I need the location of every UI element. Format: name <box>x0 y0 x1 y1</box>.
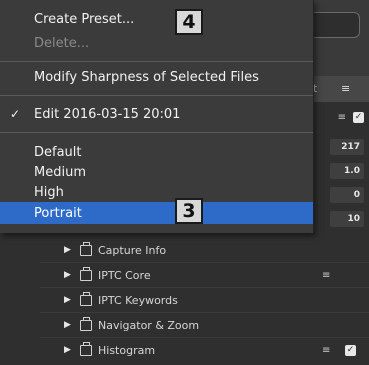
menu-item-default[interactable]: Default <box>0 142 313 162</box>
menu-separator <box>0 132 313 133</box>
radius-value[interactable]: 1.0 <box>330 163 364 179</box>
tool-navigator-zoom[interactable]: ▶ Navigator & Zoom <box>0 313 369 337</box>
menu-item-medium[interactable]: Medium <box>0 162 313 182</box>
menu-separator <box>0 61 313 62</box>
tool-label: IPTC Keywords <box>98 293 178 307</box>
tool-label: Capture Info <box>98 243 167 257</box>
amount-value[interactable]: 217 <box>330 139 364 155</box>
tool-tab-icon <box>80 317 92 331</box>
expand-icon[interactable]: ▶ <box>64 295 71 305</box>
expand-icon[interactable]: ▶ <box>64 320 71 330</box>
sharpness-row-controls: ≡ ✓ <box>320 108 364 126</box>
tool-menu-icon[interactable]: ≡ <box>322 270 330 281</box>
tool-histogram[interactable]: ▶ Histogram ≡ ✓ <box>0 338 369 362</box>
tool-capture-info[interactable]: ▶ Capture Info <box>0 238 369 262</box>
expand-icon[interactable]: ▶ <box>64 345 71 355</box>
checkmark-icon: ✓ <box>10 107 21 121</box>
menu-separator <box>0 95 313 96</box>
menu-item-create-preset[interactable]: Create Preset... <box>0 9 313 29</box>
expand-icon[interactable]: ▶ <box>64 245 71 255</box>
header-menu-icon[interactable]: ≡ <box>341 82 350 95</box>
callout-badge-3: 3 <box>175 198 203 224</box>
menu-item-high[interactable]: High <box>0 182 313 202</box>
threshold-value[interactable]: 0 <box>330 187 364 203</box>
menu-item-label: Edit 2016-03-15 20:01 <box>34 106 181 122</box>
tool-label: Histogram <box>98 343 156 357</box>
halo-value[interactable]: 10 <box>330 211 364 227</box>
tool-tab-icon <box>80 342 92 356</box>
tool-tab-icon <box>80 267 92 281</box>
tool-label: Navigator & Zoom <box>98 318 200 332</box>
sharpness-enable-checkbox[interactable]: ✓ <box>353 111 364 123</box>
tool-tab-icon <box>80 242 92 256</box>
expand-icon[interactable]: ▶ <box>64 270 71 280</box>
tool-label: IPTC Core <box>98 268 151 282</box>
menu-item-delete: Delete... <box>34 35 90 51</box>
callout-badge-4: 4 <box>175 9 203 35</box>
menu-item-edit-preset[interactable]: ✓ Edit 2016-03-15 20:01 <box>0 104 313 124</box>
tool-menu-icon[interactable]: ≡ <box>322 345 330 356</box>
tool-enable-checkbox[interactable]: ✓ <box>345 345 356 356</box>
tool-iptc-core[interactable]: ▶ IPTC Core ≡ <box>0 263 369 287</box>
presets-dropdown-menu: Create Preset... Delete... Modify Sharpn… <box>0 0 314 233</box>
menu-item-portrait[interactable]: Portrait <box>0 202 313 224</box>
menu-item-modify-sharpness[interactable]: Modify Sharpness of Selected Files <box>0 67 313 87</box>
tool-tab-icon <box>80 292 92 306</box>
tool-iptc-keywords[interactable]: ▶ IPTC Keywords <box>0 288 369 312</box>
sharpness-menu-icon[interactable]: ≡ <box>338 112 346 123</box>
